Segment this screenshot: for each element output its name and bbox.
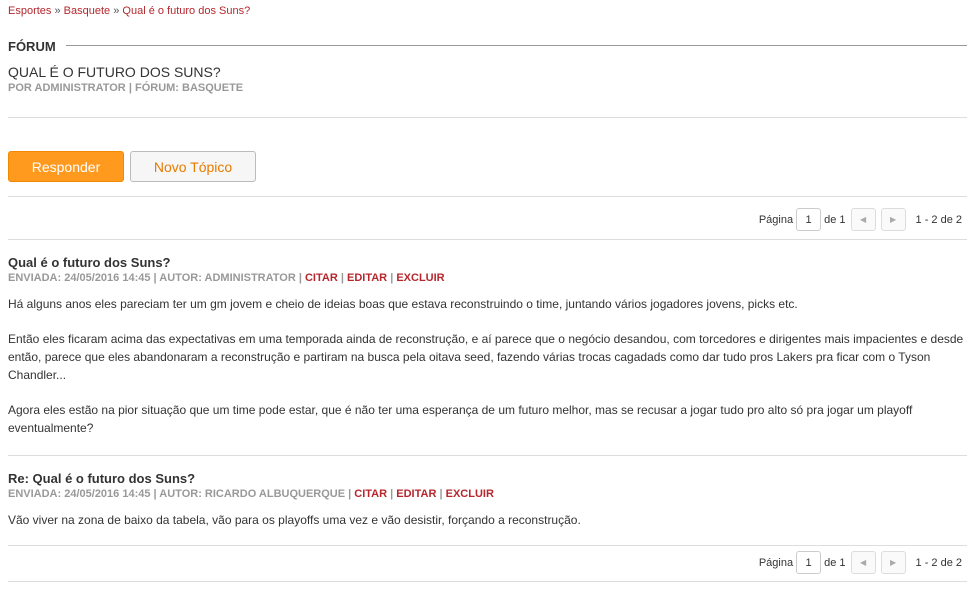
pagination-top: Página 1 de 1 ◀ ▶ 1 - 2 de 2 (759, 208, 962, 231)
breadcrumb-link-basquete[interactable]: Basquete (64, 5, 110, 17)
post-title: Qual é o futuro dos Suns? (8, 255, 171, 270)
sent-label: ENVIADA: (8, 488, 62, 500)
quote-link[interactable]: CITAR (354, 488, 387, 500)
divider (8, 117, 967, 118)
reply-button[interactable]: Responder (8, 151, 124, 182)
caret-right-icon[interactable]: ▶ (880, 551, 906, 574)
delete-link[interactable]: EXCLUIR (396, 272, 444, 284)
post: Qual é o futuro dos Suns? ENVIADA: 24/05… (8, 255, 967, 437)
author-label: AUTOR: (159, 272, 202, 284)
breadcrumb: Esportes » Basquete » Qual é o futuro do… (8, 5, 250, 17)
post-paragraph: Agora eles estão na pior situação que um… (8, 403, 913, 435)
results-range: 1 - 2 de 2 (915, 213, 962, 226)
caret-right-icon[interactable]: ▶ (880, 208, 906, 231)
post-author: RICARDO ALBUQUERQUE (204, 488, 346, 500)
post-date: 24/05/2016 14:45 (64, 272, 151, 284)
topic-forum: BASQUETE (182, 82, 244, 94)
quote-link[interactable]: CITAR (305, 272, 338, 284)
section-title: FÓRUM (8, 39, 66, 54)
breadcrumb-link-topic[interactable]: Qual é o futuro dos Suns? (122, 5, 250, 17)
divider (8, 581, 967, 582)
topic-title: QUAL É O FUTURO DOS SUNS? (8, 64, 221, 80)
section-header: FÓRUM (8, 38, 967, 54)
post-body: Vão viver na zona de baixo da tabela, vã… (8, 511, 967, 529)
delete-link[interactable]: EXCLUIR (446, 488, 494, 500)
post-meta: ENVIADA: 24/05/2016 14:45 | AUTOR: RICAR… (8, 488, 494, 500)
page-total: de 1 (824, 213, 846, 226)
topic-by-label: POR (8, 82, 32, 94)
caret-left-icon[interactable]: ◀ (850, 208, 876, 231)
topic-forum-label: FÓRUM: (134, 82, 179, 94)
section-divider (8, 45, 967, 46)
edit-link[interactable]: EDITAR (396, 488, 436, 500)
breadcrumb-separator: » (113, 5, 120, 17)
post-date: 24/05/2016 14:45 (64, 488, 151, 500)
sent-label: ENVIADA: (8, 272, 62, 284)
post-meta: ENVIADA: 24/05/2016 14:45 | AUTOR: ADMIN… (8, 272, 445, 284)
author-label: AUTOR: (159, 488, 202, 500)
breadcrumb-separator: » (54, 5, 61, 17)
breadcrumb-link-esportes[interactable]: Esportes (8, 5, 51, 17)
page-label: Página (758, 213, 794, 226)
page-total: de 1 (824, 556, 846, 569)
post-body: Há alguns anos eles pareciam ter um gm j… (8, 295, 967, 437)
post-paragraph: Há alguns anos eles pareciam ter um gm j… (8, 297, 798, 311)
topic-author: ADMINISTRATOR (34, 82, 126, 94)
topic-meta: POR ADMINISTRATOR | FÓRUM: BASQUETE (8, 82, 244, 94)
post-author: ADMINISTRATOR (204, 272, 296, 284)
post-paragraph: Vão viver na zona de baixo da tabela, vã… (8, 513, 581, 527)
new-topic-button[interactable]: Novo Tópico (130, 151, 256, 182)
divider (8, 239, 967, 240)
pagination-bottom: Página 1 de 1 ◀ ▶ 1 - 2 de 2 (759, 551, 962, 574)
divider (8, 545, 967, 546)
page-number-input[interactable]: 1 (796, 208, 822, 231)
page-label: Página (758, 556, 794, 569)
post: Re: Qual é o futuro dos Suns? ENVIADA: 2… (8, 471, 967, 529)
results-range: 1 - 2 de 2 (915, 556, 962, 569)
edit-link[interactable]: EDITAR (347, 272, 387, 284)
divider (8, 196, 967, 197)
divider (8, 455, 967, 456)
page-number-input[interactable]: 1 (796, 551, 822, 574)
caret-left-icon[interactable]: ◀ (850, 551, 876, 574)
post-title: Re: Qual é o futuro dos Suns? (8, 471, 196, 486)
post-paragraph: Então eles ficaram acima das expectativa… (8, 332, 964, 382)
